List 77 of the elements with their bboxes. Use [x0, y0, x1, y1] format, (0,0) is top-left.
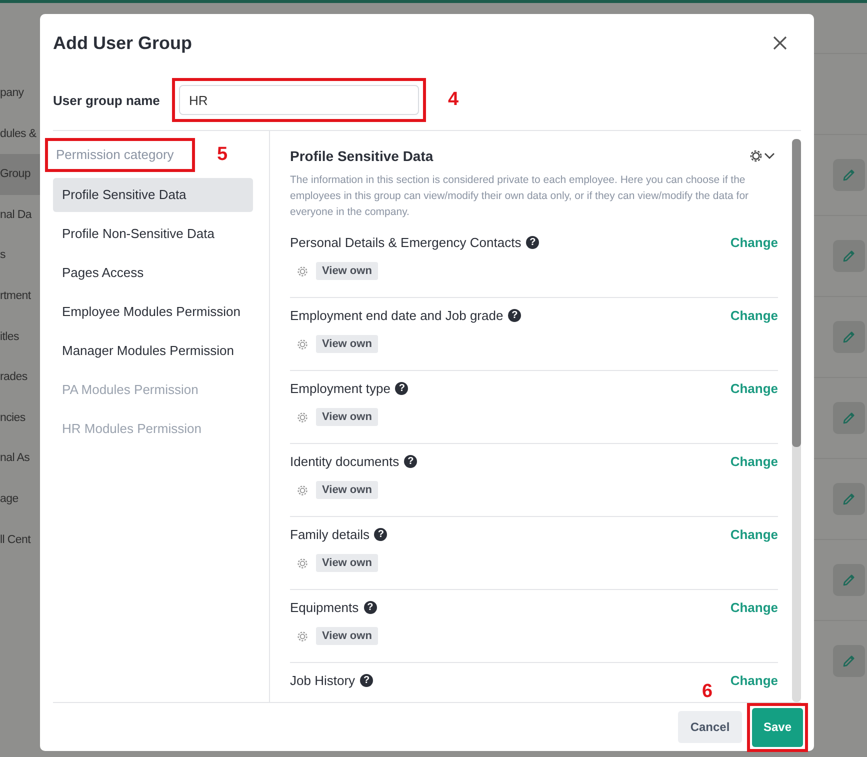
save-button[interactable]: Save [752, 708, 803, 746]
callout-number: 4 [448, 89, 459, 111]
sidebar-item[interactable]: Group [0, 154, 40, 195]
permission-title: Employment end date and Job grade [290, 308, 504, 322]
callout-number: 5 [217, 144, 228, 166]
sidebar-item[interactable]: s [0, 235, 40, 276]
edit-button[interactable] [833, 321, 865, 353]
change-link[interactable]: Change [730, 454, 778, 468]
change-link[interactable]: Change [730, 380, 778, 396]
help-icon[interactable]: ? [404, 454, 418, 468]
category-item[interactable]: Pages Access [53, 256, 253, 290]
pencil-icon [842, 249, 856, 263]
sidebar-item[interactable]: rades [0, 357, 40, 398]
permission-title: Equipments [290, 600, 359, 614]
gear-icon [297, 266, 308, 276]
sidebar-item[interactable]: nal As [0, 438, 40, 479]
permission-chip: View own [316, 335, 378, 353]
callout-number: 6 [702, 680, 713, 702]
field-label: User group name [53, 92, 161, 108]
sidebar-item[interactable]: rtment [0, 276, 40, 317]
section-title: Profile Sensitive Data [290, 148, 434, 164]
category-heading: Permission category [56, 147, 174, 162]
pencil-icon [842, 168, 856, 182]
permission-chip: View own [316, 481, 378, 499]
change-link[interactable]: Change [730, 526, 778, 542]
sidebar-item[interactable]: pany [0, 73, 40, 114]
change-link[interactable]: Change [730, 600, 778, 614]
help-icon[interactable]: ? [508, 308, 522, 322]
gear-icon [297, 558, 308, 568]
change-link[interactable]: Change [730, 234, 778, 250]
group-name-field[interactable]: HR [179, 85, 419, 115]
sidebar-item[interactable]: itles [0, 316, 40, 358]
category-item[interactable]: Profile Sensitive Data [53, 178, 253, 212]
edit-button[interactable] [833, 564, 865, 596]
permission-title: Job History [290, 672, 356, 688]
pencil-icon [842, 573, 856, 587]
permission-chip: View own [316, 262, 378, 280]
help-icon[interactable]: ? [526, 236, 540, 248]
section-description: The information in this section is considered private to each employee. Here you can choose if the employees in this group can view/modify their own data only, or if they can view/modify the data for everyone in the company. [290, 173, 750, 220]
sidebar-item[interactable]: nal Da [0, 194, 40, 236]
category-item[interactable]: Manager Modules Permission [53, 334, 253, 368]
pencil-icon [842, 492, 856, 506]
sidebar-item[interactable]: ncies [0, 398, 40, 438]
gear-icon [297, 338, 308, 350]
permission-chip: View own [316, 554, 378, 572]
cancel-button[interactable]: Cancel [678, 711, 742, 743]
gear-icon [297, 412, 308, 422]
dialog-title: Add User Group [53, 32, 192, 54]
gear-icon [297, 630, 308, 642]
edit-button[interactable] [833, 159, 865, 191]
help-icon[interactable]: ? [395, 382, 408, 394]
sidebar-item[interactable]: age [0, 478, 40, 520]
help-icon[interactable]: ? [360, 674, 374, 686]
edit-button[interactable] [833, 240, 865, 272]
edit-button[interactable] [833, 645, 865, 677]
permission-title: Personal Details & Emergency Contacts [290, 234, 522, 250]
change-link[interactable]: Change [730, 308, 778, 322]
permission-title: Identity documents [290, 454, 400, 468]
edit-button[interactable] [833, 402, 865, 434]
close-icon[interactable] [773, 36, 787, 50]
permission-chip: View own [316, 627, 378, 645]
gear-icon [297, 484, 308, 496]
category-item[interactable]: Profile Non-Sensitive Data [53, 217, 253, 251]
change-link[interactable]: Change [730, 672, 778, 688]
sidebar-item[interactable]: ll Cent [0, 520, 40, 560]
help-icon[interactable]: ? [364, 600, 377, 614]
sidebar-item[interactable]: dules & [0, 114, 40, 154]
permission-title: Employment type [290, 380, 390, 396]
pencil-icon [842, 330, 856, 344]
permission-title: Family details [290, 526, 370, 542]
pencil-icon [842, 654, 856, 668]
help-icon[interactable]: ? [374, 528, 388, 540]
pencil-icon [842, 411, 856, 425]
permission-chip: View own [316, 408, 378, 426]
edit-button[interactable] [833, 483, 865, 515]
category-item[interactable]: Employee Modules Permission [53, 295, 253, 329]
scrollbar-thumb[interactable] [792, 139, 801, 447]
